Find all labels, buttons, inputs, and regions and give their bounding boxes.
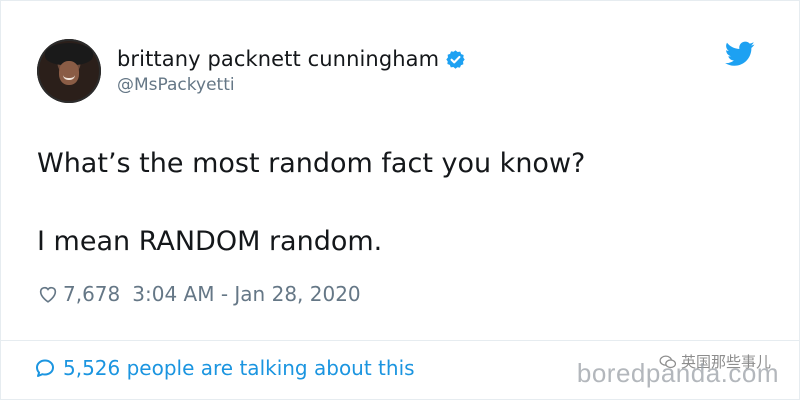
display-name-row: brittany packnett cunningham [117,47,466,71]
like-count[interactable]: 7,678 [63,282,120,306]
display-name[interactable]: brittany packnett cunningham [117,47,439,71]
verified-badge-icon [446,49,465,69]
heart-icon[interactable] [37,283,59,305]
talking-link[interactable]: 5,526 people are talking about this [33,356,415,380]
tweet-header: brittany packnett cunningham @MsPackyett… [37,39,466,103]
handle[interactable]: @MsPackyetti [117,75,466,95]
avatar[interactable] [37,39,101,103]
site-watermark: boredpanda.com [576,358,779,388]
divider [1,340,799,341]
tweet-text-line-1: What’s the most random fact you know? [37,148,586,179]
twitter-bird-icon[interactable] [725,41,755,67]
talking-text: 5,526 people are talking about this [63,356,415,380]
comment-bubble-icon [36,359,54,377]
avatar-face [59,61,79,85]
tweet-meta: 7,678 3:04 AM - Jan 28, 2020 [37,282,361,306]
tweet-card: brittany packnett cunningham @MsPackyett… [0,0,800,400]
tweet-text: What’s the most random fact you know? I … [37,146,585,260]
tweet-text-line-2: I mean RANDOM random. [37,226,383,257]
author-names: brittany packnett cunningham @MsPackyett… [117,47,466,95]
tweet-timestamp[interactable]: 3:04 AM - Jan 28, 2020 [132,282,360,306]
